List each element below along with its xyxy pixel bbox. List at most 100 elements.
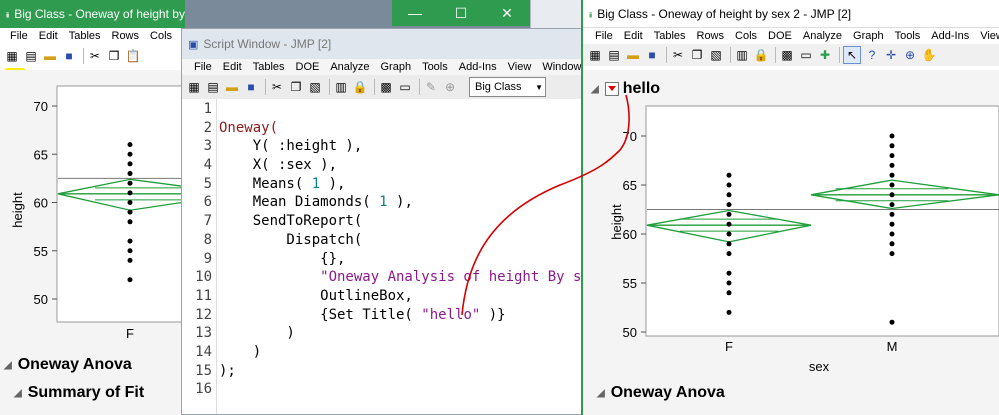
left-window-titlebar[interactable]: ᵢᵢᵢ Big Class - Oneway of height by sex … <box>0 0 185 28</box>
data-point <box>889 202 895 208</box>
layout-icon[interactable]: ▩ <box>779 47 795 63</box>
right-menu-doe[interactable]: DOE <box>768 30 792 42</box>
code-line[interactable]: ); <box>219 362 585 381</box>
open-folder-icon[interactable]: ▬ <box>42 48 58 64</box>
debug-icon[interactable]: ✎ <box>423 79 439 95</box>
right-menu-tools[interactable]: Tools <box>895 30 921 42</box>
save-icon[interactable]: ■ <box>61 48 77 64</box>
script-menu-analyze[interactable]: Analyze <box>330 61 369 73</box>
outline-label: Summary of Fit <box>27 384 145 401</box>
code-line[interactable]: SendToReport( <box>219 212 585 231</box>
cut-icon[interactable]: ✂ <box>670 47 686 63</box>
lock-icon[interactable]: 🔒 <box>753 47 769 63</box>
code-line[interactable]: Oneway( <box>219 119 585 138</box>
right-menu-analyze[interactable]: Analyze <box>803 30 842 42</box>
zoom-icon[interactable]: ⊕ <box>442 79 458 95</box>
left-outline-summary-fit[interactable]: ◢ Summary of Fit <box>14 384 144 402</box>
new-script-icon[interactable]: ▤ <box>23 48 39 64</box>
table-select[interactable]: Big Class ▼ <box>469 77 546 97</box>
disclosure-triangle-icon[interactable]: ◢ <box>4 360 12 371</box>
code-line[interactable]: Y( :height ), <box>219 137 585 156</box>
right-menu-rows[interactable]: Rows <box>697 30 725 42</box>
script-editor[interactable]: 1 2 3 4 5 6 7 8 9 10 11 12 13 14 15 16 Oneway( Y( :heig… <box>182 99 585 414</box>
hand-tool-icon[interactable]: ✋ <box>921 47 937 63</box>
magnifier-tool-icon[interactable]: ⊕ <box>902 47 918 63</box>
right-outline-oneway-anova[interactable]: ◢ Oneway Anova <box>597 384 725 402</box>
right-menu-addins[interactable]: Add-Ins <box>931 30 969 42</box>
code-line[interactable] <box>219 100 585 119</box>
code-line[interactable]: ) <box>219 343 585 362</box>
new-script-icon[interactable]: ▤ <box>606 47 622 63</box>
save-icon[interactable]: ■ <box>243 79 259 95</box>
script-menu-doe[interactable]: DOE <box>296 61 320 73</box>
run-script-icon[interactable]: ▥ <box>333 79 349 95</box>
paste-icon[interactable]: ▧ <box>307 79 323 95</box>
left-menu-cols[interactable]: Cols <box>150 30 172 42</box>
script-menu-graph[interactable]: Graph <box>380 61 411 73</box>
left-menu-edit[interactable]: Edit <box>39 30 58 42</box>
left-maximize-button[interactable]: ☐ <box>438 0 484 26</box>
left-menu-rows[interactable]: Rows <box>112 30 140 42</box>
new-table-icon[interactable]: ▦ <box>186 79 202 95</box>
code-line[interactable]: "Oneway Analysis of height By sex", <box>219 268 585 287</box>
script-window-titlebar[interactable]: ▣ Script Window - JMP [2] <box>182 29 585 59</box>
paste-icon[interactable]: 📋 <box>125 48 141 64</box>
help-tool-icon[interactable]: ? <box>864 47 880 63</box>
open-folder-icon[interactable]: ▬ <box>224 79 240 95</box>
disclosure-triangle-icon[interactable]: ◢ <box>591 84 599 95</box>
code-line[interactable]: {}, <box>219 250 585 269</box>
code-text[interactable]: Oneway( Y( :height ), X( :sex ), Means( … <box>219 100 585 399</box>
script-menu-file[interactable]: File <box>194 61 212 73</box>
disclosure-triangle-icon[interactable]: ◢ <box>14 388 22 399</box>
copy-icon[interactable]: ❐ <box>689 47 705 63</box>
window-icon[interactable]: ▭ <box>798 47 814 63</box>
run-script-icon[interactable]: ▥ <box>734 47 750 63</box>
right-menu-cols[interactable]: Cols <box>735 30 757 42</box>
cut-icon[interactable]: ✂ <box>87 48 103 64</box>
code-line[interactable]: Means( 1 ), <box>219 175 585 194</box>
crosshair-tool-icon[interactable]: ✛ <box>883 47 899 63</box>
new-table-icon[interactable]: ▦ <box>4 48 20 64</box>
add-icon[interactable]: ✚ <box>817 47 833 63</box>
left-menu-tables[interactable]: Tables <box>69 30 101 42</box>
script-menu-view[interactable]: View <box>508 61 532 73</box>
script-menu-addins[interactable]: Add-Ins <box>459 61 497 73</box>
code-line[interactable] <box>219 380 585 399</box>
script-menu-edit[interactable]: Edit <box>223 61 242 73</box>
copy-icon[interactable]: ❐ <box>288 79 304 95</box>
new-script-icon[interactable]: ▤ <box>205 79 221 95</box>
left-menu-file[interactable]: File <box>10 30 28 42</box>
right-menu-file[interactable]: File <box>595 30 613 42</box>
code-line[interactable]: {Set Title( "hello" )} <box>219 306 585 325</box>
code-line[interactable]: Dispatch( <box>219 231 585 250</box>
right-window-titlebar[interactable]: ᵢᵢᵢ Big Class - Oneway of height by sex … <box>583 0 999 28</box>
cut-icon[interactable]: ✂ <box>269 79 285 95</box>
code-line[interactable]: X( :sex ), <box>219 156 585 175</box>
left-outline-oneway-anova[interactable]: ◢ Oneway Anova <box>4 356 132 374</box>
y-tick-label: 55 <box>34 244 48 259</box>
lock-icon[interactable]: 🔒 <box>352 79 368 95</box>
code-line[interactable]: OutlineBox, <box>219 287 585 306</box>
window-icon[interactable]: ▭ <box>397 79 413 95</box>
report-title-outline[interactable]: ◢ hello <box>591 80 660 98</box>
save-icon[interactable]: ■ <box>644 47 660 63</box>
script-menu-window[interactable]: Window <box>542 61 581 73</box>
layout-icon[interactable]: ▩ <box>378 79 394 95</box>
right-menu-view[interactable]: View <box>980 30 999 42</box>
right-menu-tables[interactable]: Tables <box>654 30 686 42</box>
right-menu-graph[interactable]: Graph <box>853 30 884 42</box>
code-line[interactable]: Mean Diamonds( 1 ), <box>219 193 585 212</box>
left-minimize-button[interactable]: — <box>392 0 438 26</box>
open-folder-icon[interactable]: ▬ <box>625 47 641 63</box>
script-menu-tools[interactable]: Tools <box>422 61 448 73</box>
new-table-icon[interactable]: ▦ <box>587 47 603 63</box>
script-menu-tables[interactable]: Tables <box>253 61 285 73</box>
paste-icon[interactable]: ▧ <box>708 47 724 63</box>
left-close-button[interactable]: ✕ <box>484 0 530 26</box>
arrow-tool-icon[interactable]: ↖ <box>843 46 861 64</box>
red-triangle-menu-icon[interactable] <box>604 82 619 96</box>
code-line[interactable]: ) <box>219 324 585 343</box>
right-menu-edit[interactable]: Edit <box>624 30 643 42</box>
copy-icon[interactable]: ❐ <box>106 48 122 64</box>
disclosure-triangle-icon[interactable]: ◢ <box>597 388 605 399</box>
